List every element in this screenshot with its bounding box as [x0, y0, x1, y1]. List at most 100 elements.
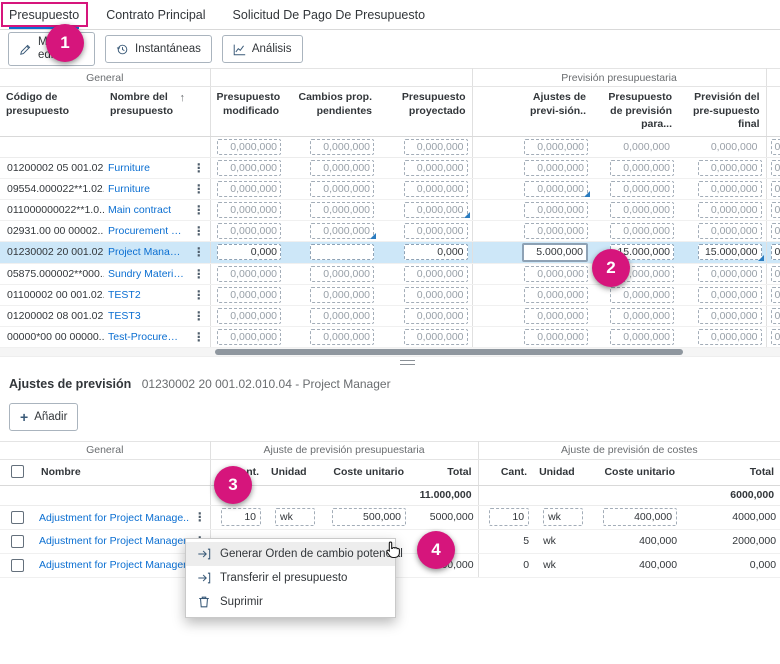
budget-name-link[interactable]: Test-Procurement ... — [104, 326, 188, 348]
proyectado-cell[interactable]: 0,000 — [378, 241, 473, 264]
budget-row[interactable]: 09554.000022**1.02... Furniture ⋮ 0,000,000… — [0, 178, 780, 200]
select-all-checkbox[interactable] — [0, 459, 35, 486]
budget-name-link[interactable]: Main contract — [104, 199, 188, 221]
adjustment-name-link[interactable]: Adjustment for Project Manage... — [35, 505, 190, 530]
column-header-coste-budget[interactable]: Coste unitario — [320, 459, 411, 486]
proyectado-cell: 0,000,000 — [378, 178, 473, 200]
modificado-cell: 0,000,000 — [209, 326, 286, 348]
column-header-total-cost[interactable]: Total — [681, 459, 780, 486]
modificado-cell[interactable]: 0,000 — [209, 241, 286, 264]
filter-cambios-input[interactable]: 0,000,000 — [310, 138, 375, 155]
budget-row[interactable]: 011000000022**1.0... Main contract ⋮ 0,000,… — [0, 199, 780, 221]
budget-row[interactable]: 00000*00 00 00000...Test-Procurement ...… — [0, 326, 780, 348]
budget-name-link[interactable]: Project Manager — [104, 241, 188, 264]
adjustment-name-link[interactable]: Adjustment for Project Manager 2 — [35, 529, 190, 554]
row-checkbox[interactable] — [0, 553, 35, 578]
budget-name-link[interactable]: TEST3 — [104, 305, 188, 327]
total-cell: 0,000 — [681, 553, 780, 578]
column-header-nombre-adj[interactable]: Nombre — [35, 459, 190, 486]
menu-item-suprimir[interactable]: Suprimir — [186, 590, 395, 614]
snapshots-button[interactable]: Instantáneas — [105, 35, 212, 63]
budget-row[interactable]: 01230002 20 001.02... Project Manager ⋮ 0,0… — [0, 241, 780, 264]
menu-item-transferir[interactable]: Transferir el presupuesto — [186, 566, 395, 590]
column-header-modificado[interactable]: Presupuesto modificado — [209, 86, 286, 137]
panel-splitter[interactable] — [0, 357, 780, 367]
budget-row[interactable]: 02931.00 00 00002...Procurement and C...… — [0, 220, 780, 242]
column-header-total-budget[interactable]: Total — [410, 459, 479, 486]
unit-cell[interactable]: wk — [265, 505, 321, 530]
unit-cost-cell[interactable]: 500,000 — [320, 505, 411, 530]
add-button[interactable]: + Añadir — [9, 402, 79, 431]
checkbox-icon[interactable] — [11, 510, 24, 524]
total-cell: 5000,000 — [410, 505, 479, 530]
column-header-ajustes[interactable]: Ajustes de previ-sión.. — [471, 86, 593, 137]
cambios-cell: 0,000,000 — [285, 326, 379, 348]
prevision-final-cell: 0,000,000 — [678, 284, 767, 306]
adjustment-name-link[interactable]: Adjustment for Project Manager 3 — [35, 553, 190, 578]
row-checkbox[interactable] — [0, 505, 35, 530]
unit-cell[interactable]: wk — [533, 505, 592, 530]
row-overflow-button[interactable]: ⋮ — [188, 326, 211, 348]
modificado-cell: 0,000,000 — [209, 199, 286, 221]
budget-code-cell: 05875.000002**000... — [0, 263, 104, 285]
column-header-cambios[interactable]: Cambios prop. pendientes — [285, 86, 379, 137]
tab-contrato-principal[interactable]: Contrato Principal — [106, 0, 205, 29]
budget-name-link[interactable]: Sundry Materials — [104, 263, 188, 285]
budget-row[interactable]: 01200002 08 001.02... TEST3 ⋮ 0,000,000 0,00… — [0, 305, 780, 327]
analysis-button[interactable]: Análisis — [221, 35, 303, 63]
nombre-header-label: Nombre del presupuesto — [110, 91, 174, 117]
row-overflow-button[interactable]: ⋮ — [188, 199, 211, 221]
proyectado-cell: 0,000,000 — [378, 199, 473, 221]
column-header-unidad-cost[interactable]: Unidad — [533, 459, 592, 486]
filter-ajustes-input[interactable]: 0,000,000 — [524, 138, 589, 155]
annotation-badge-4: 4 — [417, 531, 455, 569]
row-overflow-button[interactable]: ⋮ — [188, 220, 211, 242]
column-header-codigo[interactable]: Código de presupuesto — [0, 86, 104, 137]
tab-solicitud-pago[interactable]: Solicitud De Pago De Presupuesto — [233, 0, 425, 29]
row-overflow-button[interactable]: ⋮ — [188, 241, 211, 264]
unit-cost-cell[interactable]: 400,000 — [591, 505, 682, 530]
horizontal-scrollbar[interactable] — [0, 347, 780, 357]
proyectado-cell: 0,000,000 — [378, 157, 473, 179]
column-header-unidad-budget[interactable]: Unidad — [265, 459, 321, 486]
column-header-row: Código de presupuesto Nombre del presupu… — [0, 86, 780, 137]
budget-row[interactable]: 05875.000002**000... Sundry Materials ⋮ 0,0… — [0, 263, 780, 285]
filter-modificado-input[interactable]: 0,000,000 — [217, 138, 282, 155]
group-ajuste-presupuestaria: Ajuste de previsión presupuestaria — [209, 441, 479, 460]
budget-row[interactable]: 01200002 05 001.02... Furniture ⋮ 0,000,000… — [0, 157, 780, 179]
budget-name-link[interactable]: TEST2 — [104, 284, 188, 306]
column-header-proyectado[interactable]: Presupuesto proyectado — [378, 86, 473, 137]
budget-row[interactable]: 01100002 00 001.02... TEST2 ⋮ 0,000,000 0,00… — [0, 284, 780, 306]
budget-table: General Previsión presupuestaria Código … — [0, 68, 780, 348]
checkbox-icon[interactable] — [11, 558, 24, 572]
checkbox-icon[interactable] — [11, 465, 24, 479]
prevision-final-cell[interactable]: 15.000,000 — [678, 241, 767, 264]
column-header-cant-cost[interactable]: Cant. — [477, 459, 534, 486]
budget-name-link[interactable]: Furniture — [104, 157, 188, 179]
scrollbar-thumb[interactable] — [215, 348, 683, 355]
column-header-nombre[interactable]: Nombre del presupuesto ↑ — [104, 86, 188, 137]
column-header-prevision-final[interactable]: Previsión del pre-supuesto final — [678, 86, 767, 137]
row-checkbox[interactable] — [0, 529, 35, 554]
filter-proyectado-input[interactable]: 0,000,000 — [403, 138, 468, 155]
splitter-grip-icon[interactable] — [400, 359, 415, 365]
ajustes-header-label: Ajustes de previ-sión.. — [530, 91, 587, 117]
cambios-cell[interactable] — [285, 241, 379, 264]
row-overflow-button[interactable]: ⋮ — [188, 305, 211, 327]
ajustes-cell[interactable]: 5.000,000 — [471, 241, 593, 264]
qty-cell[interactable]: 10 — [209, 505, 266, 530]
row-overflow-button[interactable]: ⋮ — [190, 505, 211, 530]
column-header-prevision-para[interactable]: Presupuesto de previsión para... — [592, 86, 679, 137]
budget-name-link[interactable]: Furniture — [104, 178, 188, 200]
checkbox-icon[interactable] — [11, 534, 24, 548]
column-header-coste-cost[interactable]: Coste unitario — [591, 459, 682, 486]
budget-name-link[interactable]: Procurement and C... — [104, 220, 188, 242]
qty-cell[interactable]: 10 — [477, 505, 534, 530]
row-overflow-button[interactable]: ⋮ — [188, 263, 211, 285]
row-overflow-button[interactable]: ⋮ — [188, 284, 211, 306]
menu-item-generar-orden[interactable]: Generar Orden de cambio potencial — [186, 542, 403, 566]
clipped-cell: 0,000,000 — [765, 178, 780, 200]
row-overflow-button[interactable]: ⋮ — [188, 178, 211, 200]
menu-item-label: Generar Orden de cambio potencial — [220, 548, 403, 560]
row-overflow-button[interactable]: ⋮ — [188, 157, 211, 179]
